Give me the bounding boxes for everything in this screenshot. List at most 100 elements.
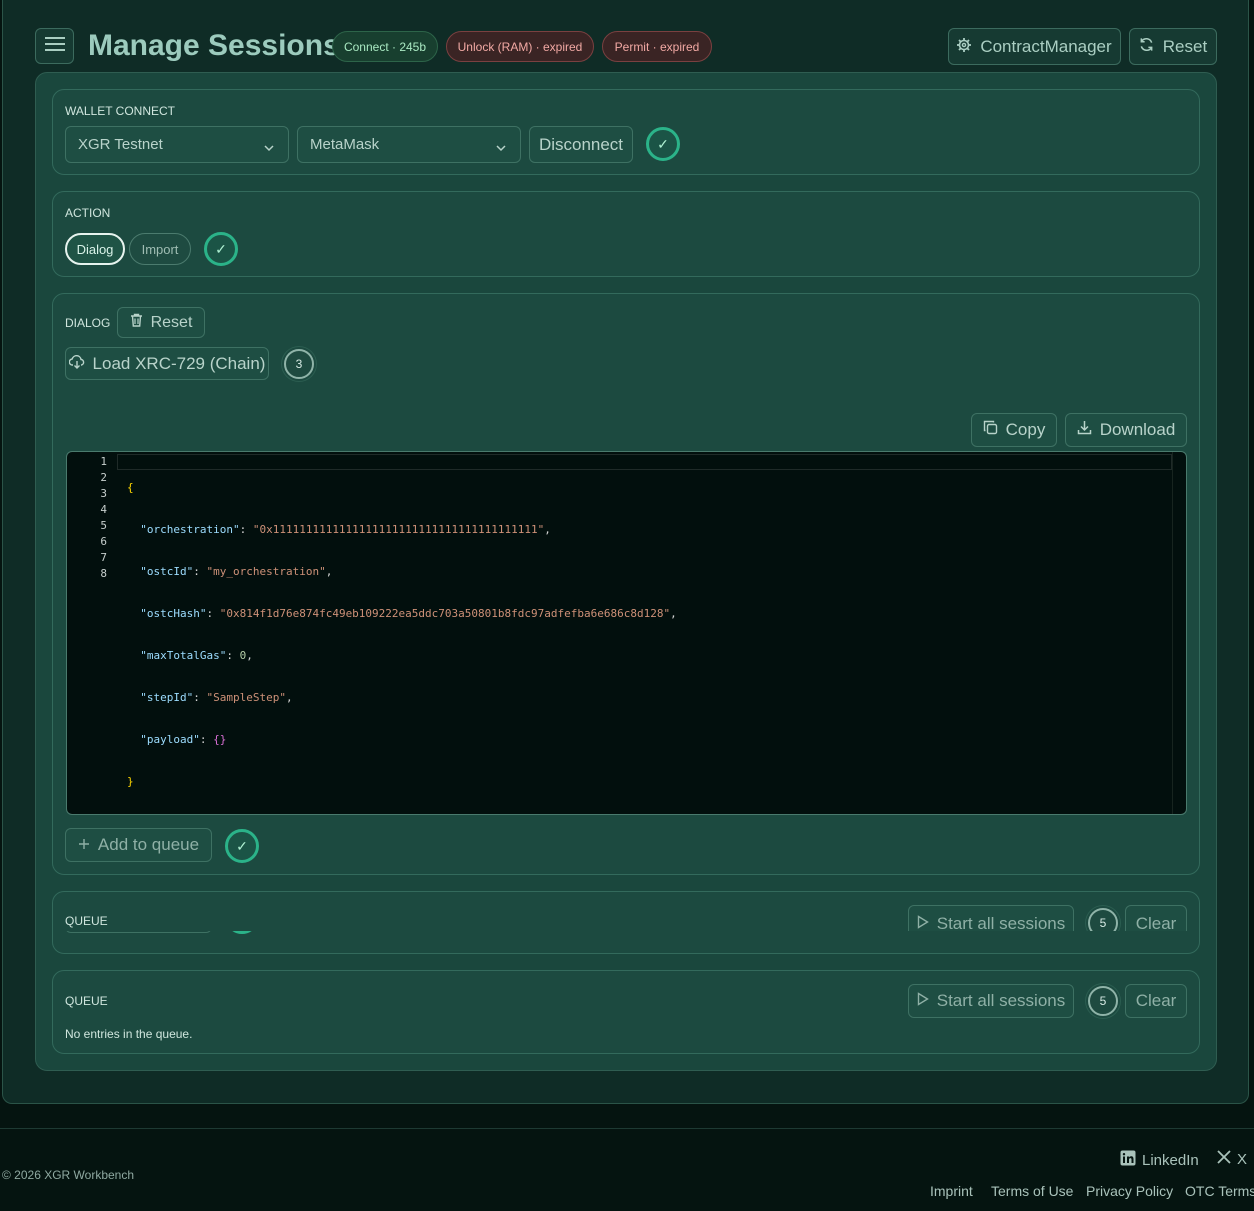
permit-status-badge[interactable]: Permit · expired: [602, 31, 712, 62]
gear-icon: [957, 37, 972, 57]
connect-status-badge[interactable]: Connect · 245b: [332, 31, 438, 62]
code-line: "ostcId": "my_orchestration",: [140, 565, 333, 578]
queue-ghost-controls: Start all sessions 5 Clear: [53, 905, 1199, 931]
clear-queue-button[interactable]: Clear: [1125, 984, 1187, 1018]
code-key: "maxTotalGas": [140, 649, 227, 662]
plus-icon: [78, 835, 90, 855]
dialog-reset-button[interactable]: Reset: [117, 307, 205, 338]
line-number: 3: [100, 487, 107, 500]
editor-scrollbar[interactable]: [1172, 452, 1186, 814]
line-number: 5: [100, 519, 107, 532]
code-open-brace: {: [127, 481, 134, 494]
code-line: "orchestration": "0x11111111111111111111…: [140, 523, 551, 536]
start-all-sessions-button[interactable]: Start all sessions: [908, 984, 1074, 1018]
queue-label: QUEUE: [65, 994, 108, 1008]
code-close-brace: }: [127, 775, 134, 788]
unlock-status-badge[interactable]: Unlock (RAM) · expired: [446, 31, 594, 62]
action-status-check-icon: ✓: [204, 232, 238, 266]
contract-manager-button[interactable]: ContractManager: [948, 28, 1121, 65]
code-value: "0x814f1d76e874fc49eb109222ea5ddc703a508…: [219, 607, 671, 620]
provider-select-value: MetaMask: [310, 136, 380, 153]
copy-label: Copy: [1005, 420, 1046, 439]
code-comma: ,: [325, 565, 333, 578]
action-section: ACTION Dialog Import ✓: [52, 191, 1200, 277]
wallet-connect-label: WALLET CONNECT: [65, 104, 176, 118]
code-value: {}: [213, 733, 227, 746]
action-label: ACTION: [65, 206, 111, 220]
play-icon: [917, 991, 929, 1011]
code-line: "maxTotalGas": 0,: [140, 649, 253, 662]
linkedin-label: LinkedIn: [1142, 1151, 1199, 1169]
dialog-status-check-icon: ✓: [225, 829, 259, 863]
header-reset-label: Reset: [1162, 36, 1208, 56]
otc-terms-link[interactable]: OTC Terms: [1185, 1183, 1254, 1199]
menu-button[interactable]: [35, 28, 74, 64]
queue-ghost-overlap: [53, 931, 1199, 953]
load-xrc729-label: Load XRC-729 (Chain): [92, 353, 266, 373]
contract-manager-label: ContractManager: [980, 36, 1112, 56]
hamburger-icon: [44, 36, 65, 57]
network-select-value: XGR Testnet: [78, 136, 163, 153]
queue-empty-text: No entries in the queue.: [65, 1027, 193, 1041]
code-comma: ,: [285, 691, 293, 704]
terms-of-use-link[interactable]: Terms of Use: [991, 1183, 1073, 1199]
page-header: Manage Sessions Connect · 245b Unlock (R…: [35, 28, 1217, 66]
x-label: X: [1237, 1150, 1248, 1168]
code-comma: ,: [246, 649, 253, 662]
line-number-gutter: 1 2 3 4 5 6 7 8: [67, 454, 107, 582]
network-select[interactable]: XGR Testnet: [65, 126, 289, 163]
dialog-reset-label: Reset: [150, 313, 193, 331]
x-link[interactable]: X: [1217, 1150, 1247, 1168]
load-xrc729-button[interactable]: Load XRC-729 (Chain): [65, 347, 269, 380]
queue-section: QUEUE Start all sessions 5 Clear No entr…: [52, 970, 1200, 1054]
ghost-button: [65, 931, 212, 933]
privacy-policy-link[interactable]: Privacy Policy: [1086, 1183, 1173, 1199]
linkedin-link[interactable]: LinkedIn: [1120, 1150, 1199, 1170]
line-number: 2: [100, 471, 107, 484]
page-title: Manage Sessions: [88, 29, 340, 62]
dialog-section: DIALOG Reset Load XRC-729 (Chain) 3 Copy…: [52, 293, 1200, 875]
linkedin-icon: [1120, 1150, 1136, 1170]
line-number: 1: [100, 455, 107, 468]
ghost-start-all-button: Start all sessions: [908, 905, 1074, 931]
chevron-down-icon: [496, 139, 506, 156]
disconnect-button[interactable]: Disconnect: [529, 126, 633, 163]
code-line: "ostcHash": "0x814f1d76e874fc49eb109222e…: [140, 607, 677, 620]
add-to-queue-label: Add to queue: [97, 835, 200, 854]
code-key: "stepId": [140, 691, 194, 704]
download-icon: [1077, 420, 1092, 440]
refresh-icon: [1139, 37, 1154, 57]
copyright-text: © 2026 XGR Workbench: [2, 1168, 135, 1182]
code-key: "payload": [140, 733, 200, 746]
code-key: "ostcId": [140, 565, 194, 578]
code-line: {: [127, 480, 1166, 496]
tab-import[interactable]: Import: [129, 233, 191, 265]
dialog-label: DIALOG: [65, 316, 111, 330]
code-comma: ,: [544, 523, 551, 536]
wallet-status-check-icon: ✓: [646, 127, 680, 161]
code-line: "payload": {}: [140, 733, 227, 746]
line-number: 7: [100, 551, 107, 564]
copy-button[interactable]: Copy: [971, 413, 1057, 447]
tab-dialog[interactable]: Dialog: [65, 233, 125, 265]
ghost-clear-button: Clear: [1125, 905, 1187, 931]
load-count-badge: 3: [284, 349, 314, 379]
line-number: 8: [100, 567, 107, 580]
imprint-link[interactable]: Imprint: [930, 1183, 973, 1199]
add-to-queue-button[interactable]: Add to queue: [65, 828, 212, 862]
wallet-connect-section: WALLET CONNECT XGR Testnet MetaMask Disc…: [52, 89, 1200, 175]
code-key: "orchestration": [140, 523, 240, 536]
line-number: 6: [100, 535, 107, 548]
copy-icon: [983, 420, 998, 440]
code-value: "0x1111111111111111111111111111111111111…: [252, 523, 545, 536]
footer-divider: [0, 1128, 1254, 1129]
code-line: "stepId": "SampleStep",: [140, 691, 293, 704]
code-key: "ostcHash": [140, 607, 207, 620]
provider-select[interactable]: MetaMask: [297, 126, 521, 163]
download-button[interactable]: Download: [1065, 413, 1187, 447]
start-all-sessions-label: Start all sessions: [936, 991, 1066, 1010]
chevron-down-icon: [264, 139, 274, 156]
code-line: }: [127, 774, 1166, 790]
header-reset-button[interactable]: Reset: [1129, 28, 1217, 65]
json-editor[interactable]: 1 2 3 4 5 6 7 8 { "orchestration": "0x11…: [66, 451, 1187, 815]
